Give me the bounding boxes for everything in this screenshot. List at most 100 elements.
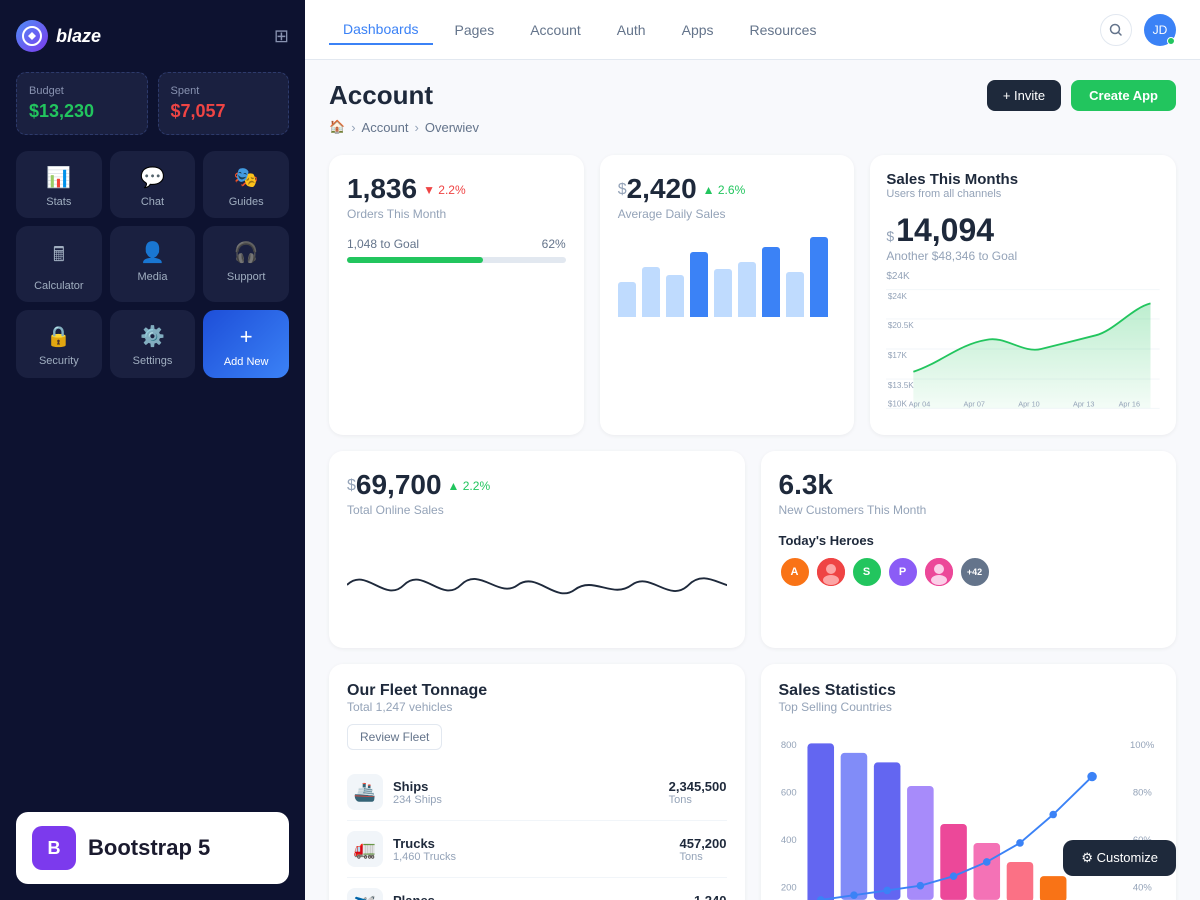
- sidebar-item-support[interactable]: 🎧 Support: [203, 226, 289, 302]
- spent-value: $7,057: [171, 101, 277, 122]
- breadcrumb-current: Overwiev: [425, 120, 479, 135]
- nav-right: JD: [1100, 14, 1176, 46]
- hero-avatar-4: P: [887, 556, 919, 588]
- tab-pages[interactable]: Pages: [441, 16, 509, 44]
- svg-text:Apr 04: Apr 04: [909, 399, 930, 408]
- progress-percent: 62%: [542, 237, 566, 251]
- guides-icon: 🎭: [234, 165, 259, 190]
- orders-value: 1,836: [347, 173, 417, 205]
- top-nav: Dashboards Pages Account Auth Apps Resou…: [305, 0, 1200, 60]
- ships-name: Ships: [393, 779, 442, 794]
- page-title: Account: [329, 80, 433, 111]
- sidebar: blaze ⊞ Budget $13,230 Spent $7,057 📊 St…: [0, 0, 305, 900]
- budget-label: Budget: [29, 85, 135, 97]
- dashboard-grid: 1,836 ▼ 2.2% Orders This Month 1,048 to …: [329, 155, 1176, 435]
- trucks-count: 1,460 Trucks: [393, 851, 456, 863]
- tab-account[interactable]: Account: [516, 16, 595, 44]
- orders-progress: 1,048 to Goal 62%: [347, 237, 566, 263]
- svg-text:Apr 16: Apr 16: [1119, 399, 1140, 408]
- budget-value: $13,230: [29, 101, 135, 122]
- svg-text:$20.5K: $20.5K: [888, 321, 914, 330]
- sales-stats-title: Sales Statistics: [779, 682, 1159, 700]
- svg-text:80%: 80%: [1132, 788, 1152, 799]
- svg-text:Apr 13: Apr 13: [1073, 399, 1094, 408]
- ships-value: 2,345,500: [669, 779, 727, 794]
- breadcrumb-home-icon[interactable]: 🏠: [329, 119, 345, 135]
- sidebar-toggle-icon[interactable]: ⊞: [274, 26, 289, 47]
- sidebar-item-security[interactable]: 🔒 Security: [16, 310, 102, 378]
- add-new-icon: +: [240, 324, 253, 350]
- tab-auth[interactable]: Auth: [603, 16, 660, 44]
- security-label: Security: [39, 355, 79, 367]
- budget-card: Budget $13,230: [16, 72, 148, 135]
- orders-label: Orders This Month: [347, 207, 566, 221]
- sales-goal-text: Another $48,346 to Goal: [886, 249, 1160, 263]
- invite-button[interactable]: + Invite: [987, 80, 1061, 111]
- page-header: Account + Invite Create App: [329, 80, 1176, 111]
- tab-apps[interactable]: Apps: [668, 16, 728, 44]
- spent-card: Spent $7,057: [158, 72, 290, 135]
- bar-1: [618, 282, 636, 317]
- calculator-label: Calculator: [34, 280, 84, 292]
- fleet-title: Our Fleet Tonnage: [347, 682, 727, 700]
- daily-bar-chart: [618, 237, 837, 317]
- sidebar-item-settings[interactable]: ⚙️ Settings: [110, 310, 196, 378]
- review-fleet-button[interactable]: Review Fleet: [347, 724, 442, 750]
- spent-label: Spent: [171, 85, 277, 97]
- breadcrumb: 🏠 › Account › Overwiev: [329, 119, 1176, 135]
- progress-goal-text: 1,048 to Goal: [347, 237, 419, 251]
- customers-value: 6.3k: [779, 469, 1159, 501]
- sidebar-header: blaze ⊞: [16, 16, 289, 56]
- customize-button[interactable]: ⚙ Customize: [1063, 840, 1176, 876]
- sidebar-item-add-new[interactable]: + Add New: [203, 310, 289, 378]
- svg-text:800: 800: [780, 740, 796, 751]
- logo: blaze: [16, 20, 101, 52]
- bar-7: [762, 247, 780, 317]
- daily-prefix: $: [618, 181, 627, 199]
- budget-row: Budget $13,230 Spent $7,057: [16, 72, 289, 135]
- support-icon: 🎧: [234, 240, 259, 265]
- svg-text:Apr 10: Apr 10: [1019, 399, 1040, 408]
- sidebar-item-stats[interactable]: 📊 Stats: [16, 151, 102, 218]
- bar-8: [786, 272, 804, 317]
- bar-4: [690, 252, 708, 317]
- nav-tabs: Dashboards Pages Account Auth Apps Resou…: [329, 15, 830, 45]
- sidebar-item-chat[interactable]: 💬 Chat: [110, 151, 196, 218]
- settings-label: Settings: [133, 355, 173, 367]
- sidebar-item-calculator[interactable]: 🖩 Calculator: [16, 226, 102, 302]
- svg-text:Apr 07: Apr 07: [964, 399, 985, 408]
- sales-month-card: Sales This Months Users from all channel…: [870, 155, 1176, 435]
- tab-resources[interactable]: Resources: [736, 16, 831, 44]
- fleet-sub: Total 1,247 vehicles: [347, 700, 727, 714]
- hero-avatar-1: A: [779, 556, 811, 588]
- progress-bar: [347, 257, 566, 263]
- heroes-title: Today's Heroes: [779, 533, 1159, 548]
- media-icon: 👤: [140, 240, 165, 265]
- online-label: Total Online Sales: [347, 503, 727, 517]
- bootstrap-icon: B: [32, 826, 76, 870]
- fleet-item-ships: 🚢 Ships 234 Ships 2,345,500 Tons: [347, 764, 727, 821]
- bar-6: [738, 262, 756, 317]
- daily-change: ▲ 2.6%: [703, 183, 746, 197]
- heroes-avatars: A S P +42: [779, 556, 1159, 588]
- breadcrumb-parent[interactable]: Account: [362, 120, 409, 135]
- sidebar-item-media[interactable]: 👤 Media: [110, 226, 196, 302]
- search-button[interactable]: [1100, 14, 1132, 46]
- bootstrap-text: Bootstrap 5: [88, 835, 210, 861]
- bar-2: [642, 267, 660, 317]
- svg-text:$17K: $17K: [888, 351, 908, 360]
- sidebar-item-guides[interactable]: 🎭 Guides: [203, 151, 289, 218]
- sales-stats-sub: Top Selling Countries: [779, 700, 1159, 714]
- create-app-button[interactable]: Create App: [1071, 80, 1176, 111]
- bootstrap-badge: B Bootstrap 5: [16, 812, 289, 884]
- media-label: Media: [138, 271, 168, 283]
- online-prefix: $: [347, 477, 356, 495]
- svg-text:$24K: $24K: [888, 292, 908, 301]
- progress-fill: [347, 257, 483, 263]
- stats-label: Stats: [46, 196, 71, 208]
- tab-dashboards[interactable]: Dashboards: [329, 15, 433, 45]
- hero-avatar-more: +42: [959, 556, 991, 588]
- planes-icon: ✈️: [347, 888, 383, 900]
- avatar[interactable]: JD: [1144, 14, 1176, 46]
- planes-name: Planes: [393, 893, 442, 900]
